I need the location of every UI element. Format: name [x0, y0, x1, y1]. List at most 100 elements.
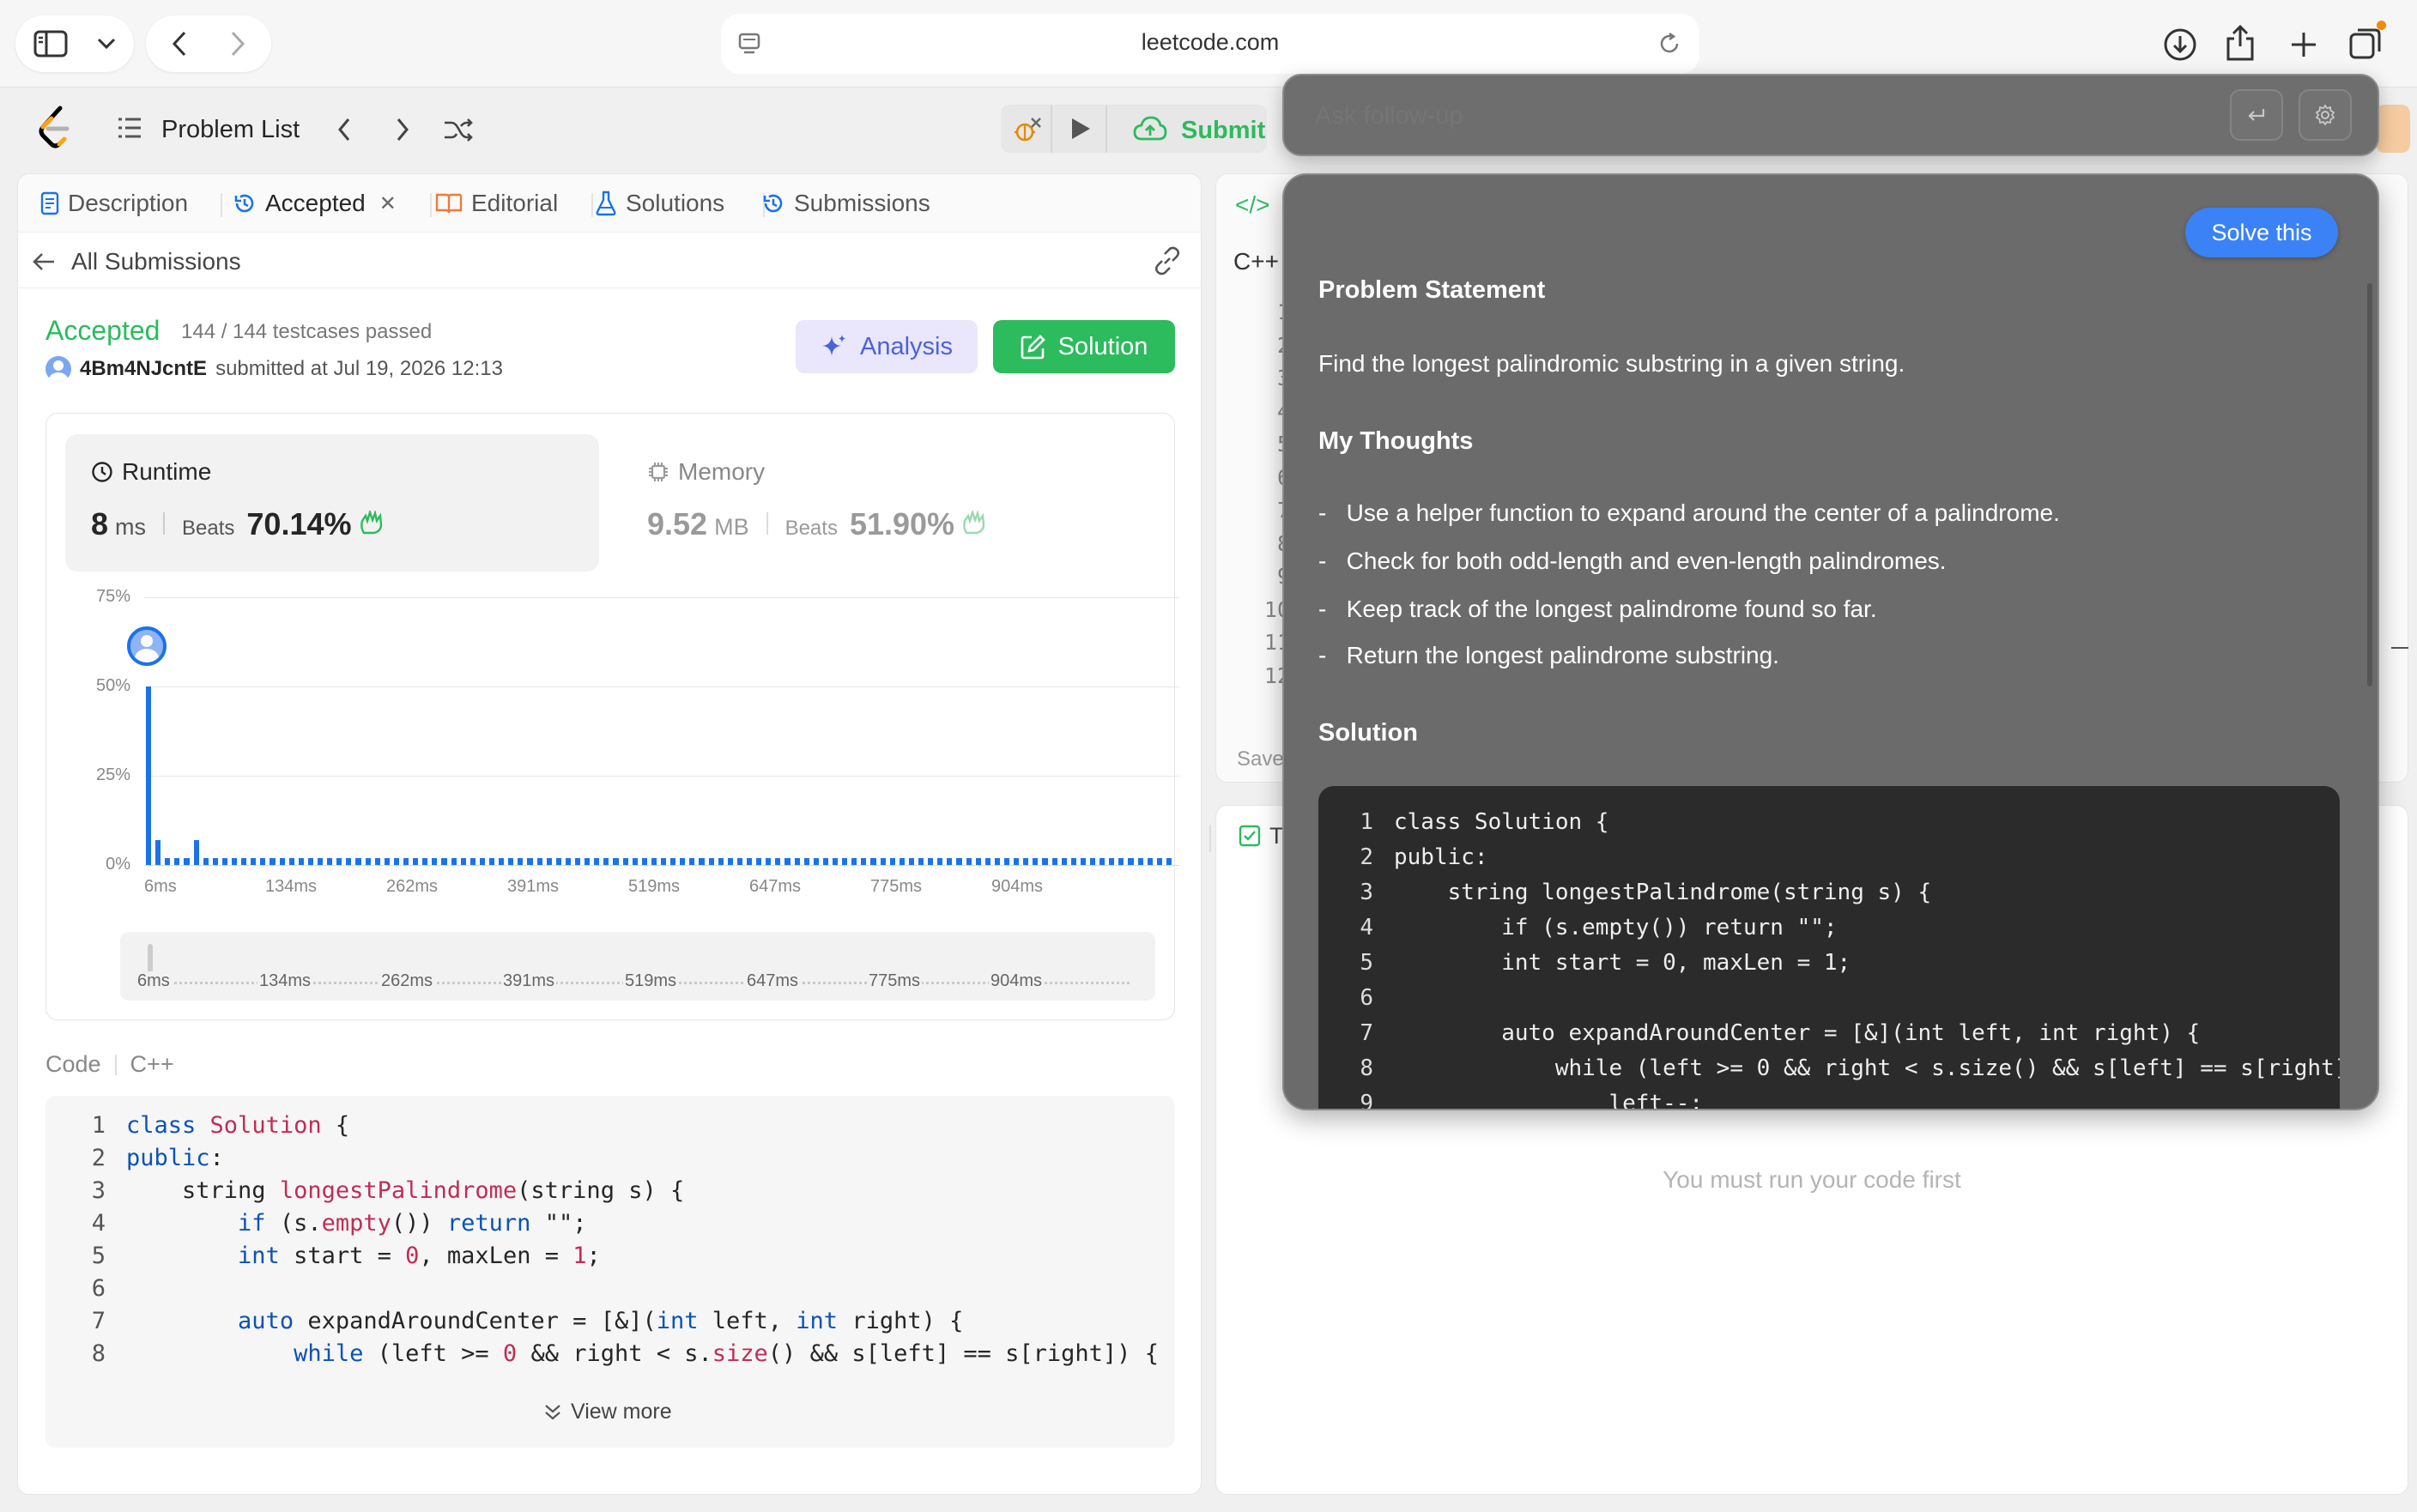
chart-bar[interactable] — [756, 857, 762, 865]
chart-bar[interactable] — [1042, 857, 1048, 865]
chart-bar[interactable] — [1023, 857, 1029, 865]
chart-bar[interactable] — [508, 857, 514, 865]
chart-bar[interactable] — [288, 857, 294, 865]
chart-bar[interactable] — [947, 857, 953, 865]
chart-bar[interactable] — [251, 857, 257, 865]
address-bar[interactable]: leetcode.com — [721, 14, 1699, 74]
chart-bar[interactable] — [870, 857, 876, 865]
chart-bar[interactable] — [803, 857, 809, 865]
panel-scrollbar[interactable] — [2367, 283, 2372, 686]
solve-this-button[interactable]: Solve this — [2185, 208, 2338, 257]
chart-bar[interactable] — [499, 857, 505, 865]
chart-bar[interactable] — [956, 857, 962, 865]
chart-bar[interactable] — [747, 857, 753, 865]
chart-bar[interactable] — [1156, 857, 1162, 865]
chart-bar[interactable] — [384, 857, 390, 865]
chart-bar[interactable] — [613, 857, 619, 865]
chart-bar[interactable] — [155, 839, 161, 865]
chart-bar[interactable] — [279, 857, 285, 865]
your-submission-marker[interactable] — [127, 626, 167, 666]
chart-bar[interactable] — [146, 686, 152, 865]
chart-bar[interactable] — [241, 857, 247, 865]
chart-bar[interactable] — [270, 857, 276, 865]
send-button[interactable] — [2230, 89, 2283, 141]
tab-editorial[interactable]: Editorial — [435, 190, 558, 217]
chart-bar[interactable] — [546, 857, 552, 865]
chart-bar[interactable] — [1070, 857, 1076, 865]
follow-up-input[interactable] — [1315, 94, 2173, 137]
chart-bar[interactable] — [851, 857, 857, 865]
chart-bar[interactable] — [1004, 857, 1010, 865]
chart-bar[interactable] — [165, 857, 171, 865]
chart-bar[interactable] — [536, 857, 542, 865]
back-icon[interactable] — [158, 24, 201, 64]
chart-bar[interactable] — [622, 857, 628, 865]
avatar[interactable] — [45, 356, 71, 382]
chart-bar[interactable] — [689, 857, 695, 865]
ask-follow-up-bar[interactable] — [1282, 74, 2379, 156]
premium-button-partial[interactable] — [2376, 105, 2410, 153]
chart-bar[interactable] — [928, 857, 934, 865]
chart-bar[interactable] — [727, 857, 733, 865]
shuffle-icon[interactable] — [443, 117, 474, 147]
chart-bar[interactable] — [479, 857, 485, 865]
chart-bar[interactable] — [318, 857, 324, 865]
tab-solutions[interactable]: Solutions — [595, 190, 724, 217]
chart-bar[interactable] — [527, 857, 533, 865]
problem-list-link[interactable]: Problem List — [161, 116, 300, 144]
chart-bar[interactable] — [585, 857, 591, 865]
chart-bar[interactable] — [661, 857, 667, 865]
chart-bar[interactable] — [489, 857, 495, 865]
close-tab-icon[interactable]: ✕ — [379, 191, 397, 216]
chart-bar[interactable] — [603, 857, 609, 865]
chart-bar[interactable] — [937, 857, 943, 865]
chart-bar[interactable] — [203, 857, 209, 865]
tab-description[interactable]: Description — [40, 190, 188, 217]
chart-bar[interactable] — [966, 857, 972, 865]
chart-bar[interactable] — [174, 857, 180, 865]
chart-bar[interactable] — [336, 857, 342, 865]
run-icon[interactable] — [1069, 117, 1092, 145]
chart-bar[interactable] — [298, 857, 304, 865]
settings-button[interactable] — [2299, 89, 2352, 141]
chart-bar[interactable] — [575, 857, 581, 865]
chart-bar[interactable] — [1051, 857, 1057, 865]
chart-bar[interactable] — [670, 857, 676, 865]
reload-icon[interactable] — [1657, 31, 1682, 61]
chart-bar[interactable] — [374, 857, 380, 865]
chart-bar[interactable] — [822, 857, 828, 865]
chart-bar[interactable] — [460, 857, 466, 865]
runtime-box[interactable]: Runtime 8 ms Beats 70.14% — [65, 434, 599, 572]
chart-bar[interactable] — [918, 857, 924, 865]
tab-overview-icon[interactable] — [2345, 21, 2386, 64]
chart-bar[interactable] — [184, 857, 190, 865]
chart-bar[interactable] — [432, 857, 438, 865]
chart-bar[interactable] — [451, 857, 457, 865]
chart-bar[interactable] — [708, 857, 714, 865]
tab-accepted[interactable]: Accepted ✕ — [233, 190, 397, 217]
tab-submissions[interactable]: Submissions — [761, 190, 930, 217]
chart-bar[interactable] — [908, 857, 914, 865]
chart-bar[interactable] — [651, 857, 657, 865]
chart-bar[interactable] — [555, 857, 561, 865]
chart-bar[interactable] — [565, 857, 571, 865]
chart-bar[interactable] — [469, 857, 476, 865]
chart-bar[interactable] — [775, 857, 781, 865]
sidebar-icon[interactable] — [29, 24, 72, 64]
chart-bar[interactable] — [1166, 857, 1172, 865]
chevron-down-icon[interactable] — [89, 24, 124, 64]
chart-bar[interactable] — [842, 857, 848, 865]
analysis-button[interactable]: Analysis — [796, 320, 978, 373]
chart-bar[interactable] — [327, 857, 333, 865]
chart-bar[interactable] — [1147, 857, 1153, 865]
share-icon[interactable] — [2220, 22, 2261, 64]
chart-bar[interactable] — [632, 857, 638, 865]
chart-bar[interactable] — [1118, 857, 1124, 865]
chart-bar[interactable] — [307, 857, 313, 865]
chart-bar[interactable] — [1090, 857, 1096, 865]
chart-bar[interactable] — [833, 857, 839, 865]
chart-bar[interactable] — [1014, 857, 1020, 865]
leetcode-logo[interactable] — [36, 105, 76, 155]
chart-bar[interactable] — [260, 857, 266, 865]
editor-language[interactable]: C++ — [1233, 248, 1279, 275]
